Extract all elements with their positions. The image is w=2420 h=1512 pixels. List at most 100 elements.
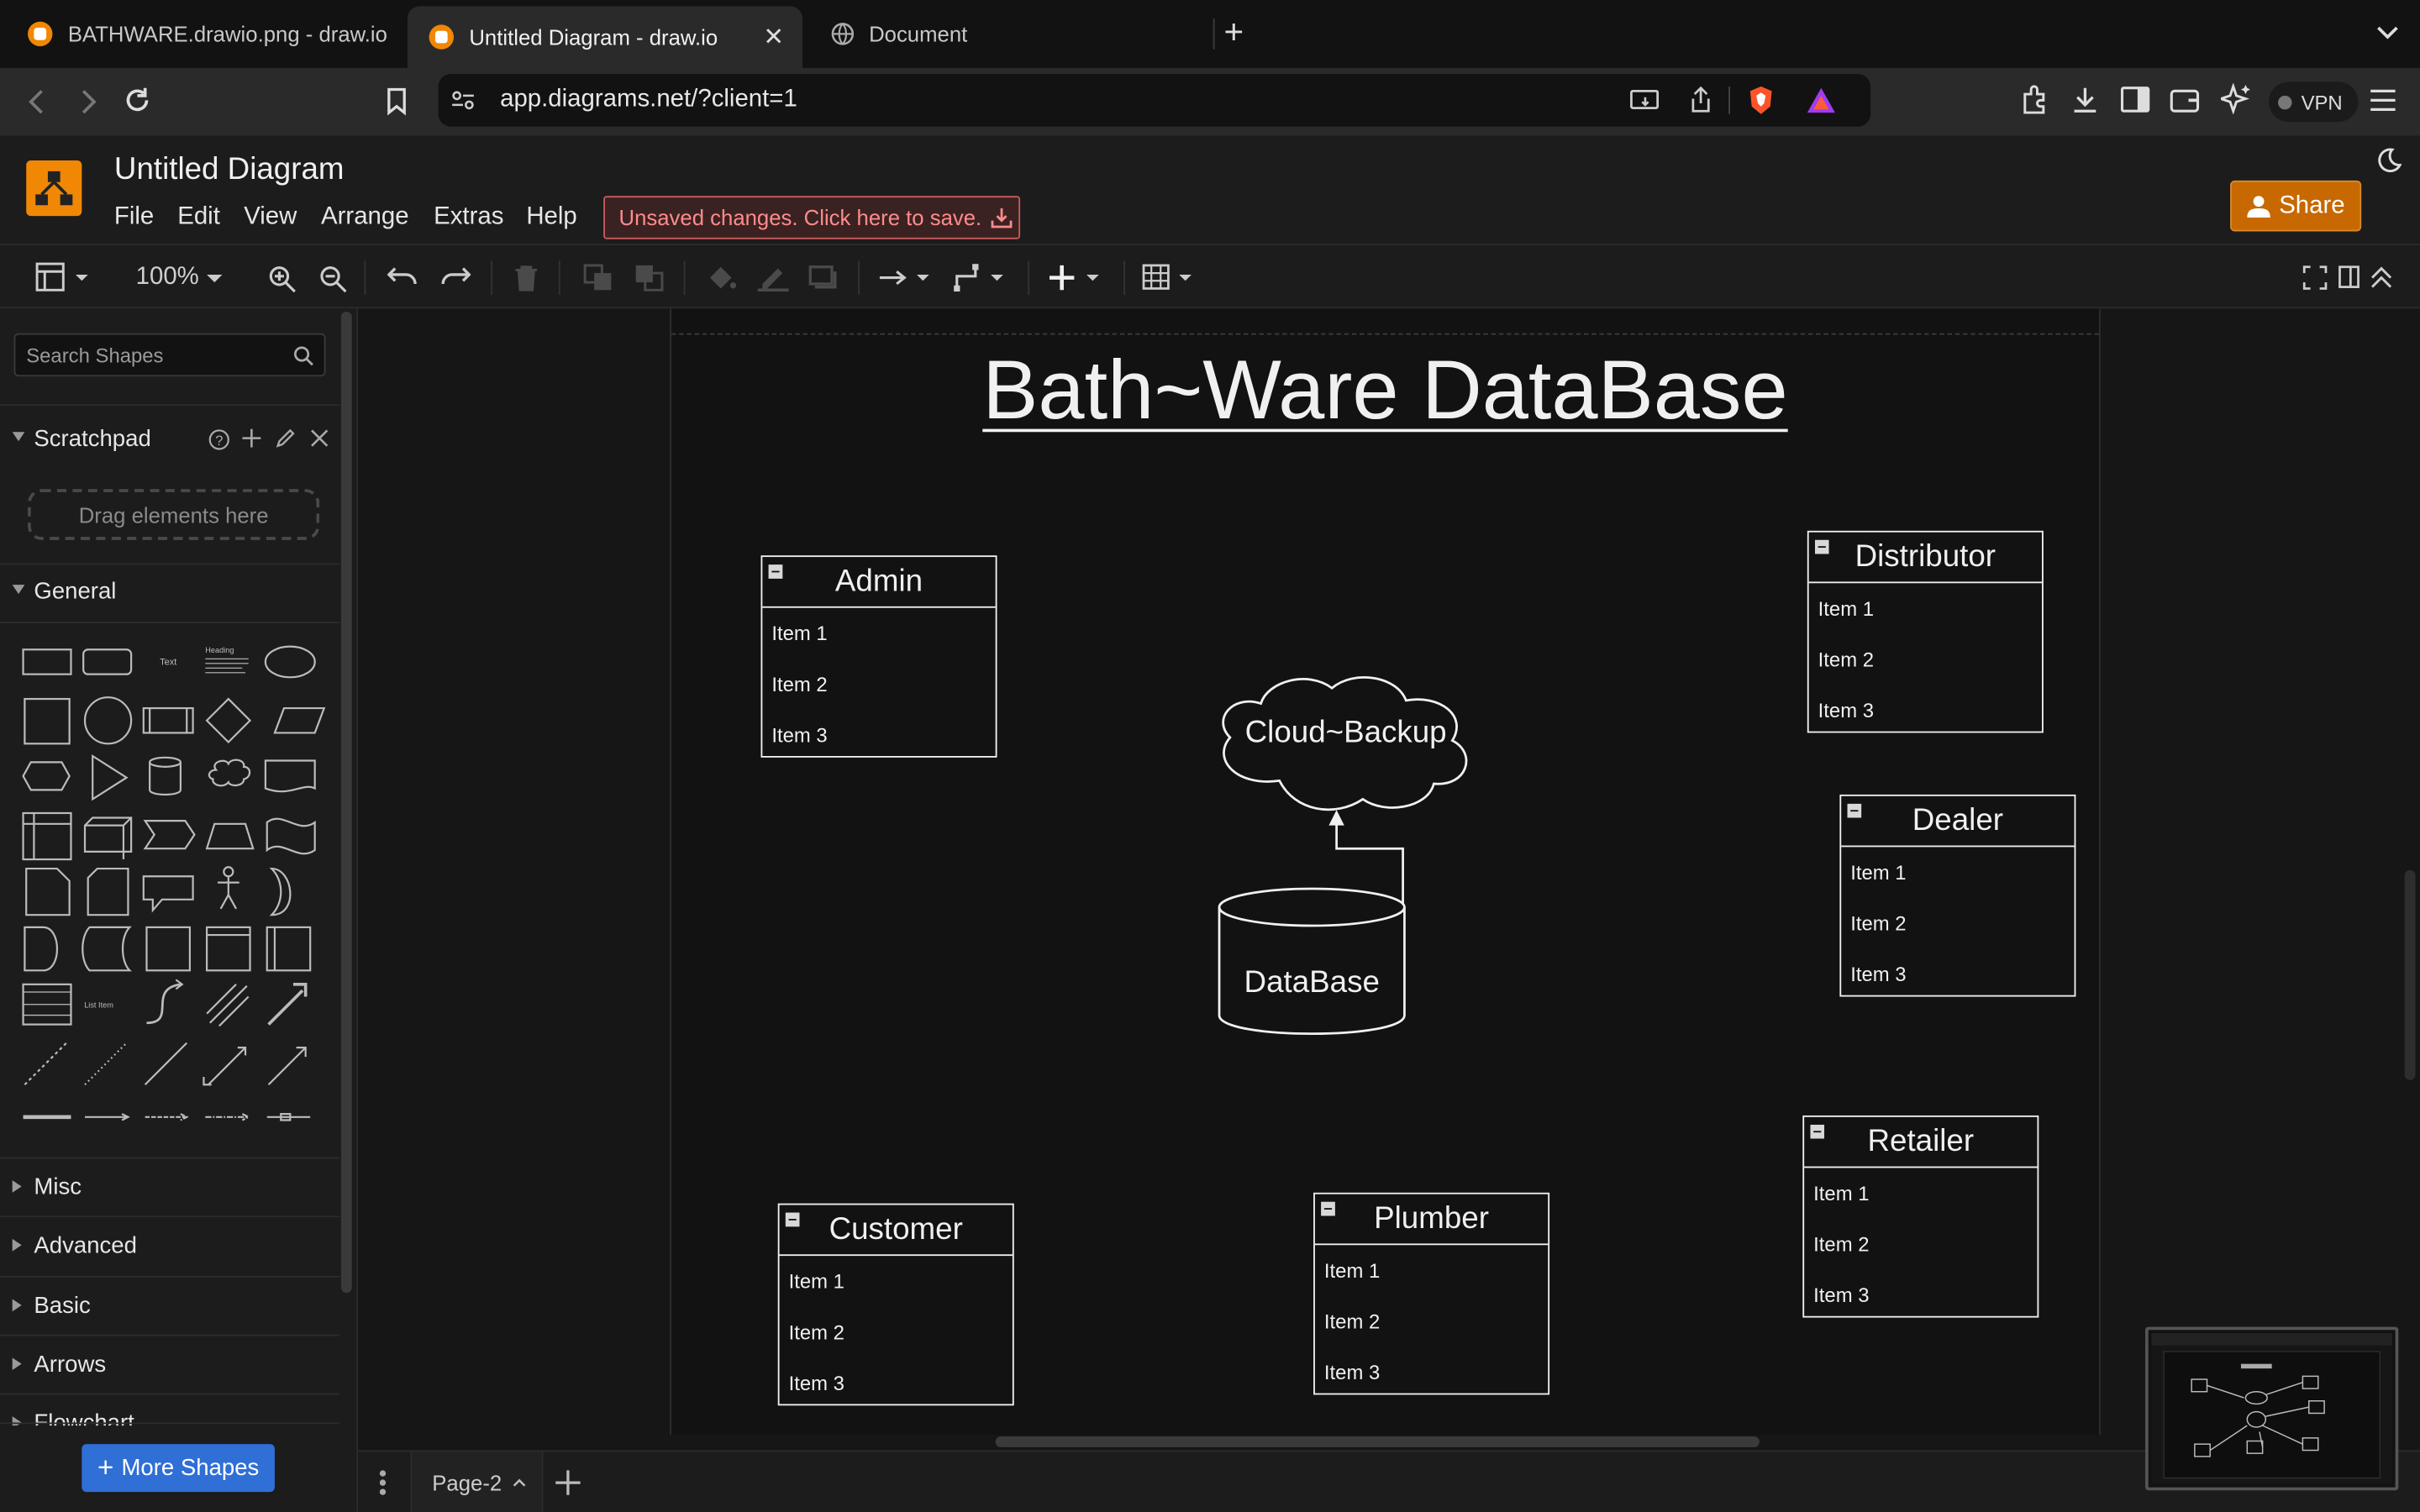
canvas-horizontal-scrollbar[interactable] (995, 1436, 1760, 1447)
menu-edit[interactable]: Edit (177, 203, 220, 231)
advanced-section-header[interactable]: Advanced (0, 1233, 339, 1259)
browser-menu-icon[interactable] (2369, 88, 2396, 113)
add-page-plus-icon[interactable] (554, 1469, 581, 1497)
menu-arrange[interactable]: Arrange (321, 203, 409, 231)
collapse-minus-icon[interactable] (1810, 1124, 1825, 1139)
collapse-minus-icon[interactable] (1847, 803, 1862, 818)
table-row[interactable]: Item 1 (1315, 1245, 1548, 1296)
more-shapes-button[interactable]: + More Shapes (82, 1444, 275, 1493)
zoom-dropdown-chevron-icon[interactable] (205, 273, 224, 286)
page-tab-chevron-up-icon[interactable] (513, 1478, 527, 1487)
bookmark-icon[interactable] (386, 87, 408, 116)
dark-mode-moon-icon[interactable] (2374, 146, 2402, 174)
to-back-icon[interactable] (634, 264, 666, 291)
table-row[interactable]: Item 2 (1315, 1296, 1548, 1347)
arrows-section-header[interactable]: Arrows (0, 1352, 339, 1378)
zoom-out-icon[interactable] (319, 265, 347, 293)
collapse-minus-icon[interactable] (1814, 539, 1829, 554)
downloads-icon[interactable] (2070, 85, 2101, 116)
retailer-table[interactable]: Retailer Item 1 Item 2 Item 3 (1802, 1115, 2039, 1321)
menu-extras[interactable]: Extras (434, 203, 503, 231)
menu-file[interactable]: File (114, 203, 154, 231)
connection-style-arrow-icon[interactable] (878, 269, 934, 287)
collapse-toolbar-chevron-icon[interactable] (2370, 265, 2392, 290)
back-arrow-icon[interactable] (26, 88, 48, 116)
browser-tab-untitled-diagram[interactable]: Untitled Diagram - draw.io ✕ (407, 6, 803, 68)
outline-minimap[interactable] (2145, 1326, 2399, 1491)
plumber-table[interactable]: Plumber Item 1 Item 2 Item 3 (1313, 1192, 1550, 1398)
scratchpad-drop-zone[interactable]: Drag elements here (28, 489, 320, 540)
insert-plus-icon[interactable] (1049, 264, 1105, 291)
customer-table[interactable]: Customer Item 1 Item 2 Item 3 (777, 1203, 1014, 1409)
page-tab-current[interactable]: Page-2 (410, 1452, 544, 1512)
sidebar-scrollbar[interactable] (340, 312, 352, 1294)
unsaved-changes-button[interactable]: Unsaved changes. Click here to save. (603, 196, 1021, 239)
table-row[interactable]: Item 2 (780, 1307, 1013, 1358)
collapse-minus-icon[interactable] (768, 564, 783, 579)
general-section-header[interactable]: General (0, 579, 339, 605)
undo-icon[interactable] (387, 267, 418, 289)
fullscreen-icon[interactable] (2302, 265, 2328, 290)
table-row[interactable]: Item 3 (780, 1357, 1013, 1409)
edit-pencil-icon[interactable] (275, 428, 297, 449)
reload-icon[interactable] (122, 85, 153, 116)
table-row[interactable]: Item 2 (1809, 634, 2042, 685)
distributor-table[interactable]: Distributor Item 1 Item 2 Item 3 (1807, 530, 2044, 733)
address-bar[interactable]: app.diagrams.net/?client=1 (438, 74, 1871, 127)
help-question-icon[interactable]: ? (208, 429, 230, 451)
shadow-icon[interactable] (808, 265, 839, 290)
diagram-canvas[interactable]: Bath~Ware DataBase Cloud~Backup DataBase… (358, 308, 2420, 1451)
line-color-icon[interactable] (756, 264, 790, 292)
menu-view[interactable]: View (244, 203, 297, 231)
table-row[interactable]: Item 3 (1809, 685, 2042, 737)
cast-install-icon[interactable] (1630, 88, 1661, 113)
vpn-button[interactable]: VPN (2268, 81, 2359, 123)
collapse-minus-icon[interactable] (1321, 1201, 1335, 1216)
add-plus-icon[interactable] (242, 428, 261, 448)
table-row[interactable]: Item 1 (762, 608, 995, 659)
new-tab-plus-icon[interactable]: + (1224, 14, 1244, 49)
table-row[interactable]: Item 2 (1804, 1219, 2037, 1270)
table-row[interactable]: Item 3 (1841, 949, 2074, 1000)
zoom-in-icon[interactable] (269, 265, 297, 293)
table-insert-icon[interactable] (1142, 264, 1197, 291)
share-page-icon[interactable] (1688, 86, 1712, 114)
fill-color-icon[interactable] (707, 264, 738, 291)
site-settings-icon[interactable] (450, 88, 475, 113)
diagram-title-text[interactable]: Bath~Ware DataBase (671, 343, 2099, 438)
table-row[interactable]: Item 1 (1804, 1168, 2037, 1219)
database-cylinder-shape[interactable] (1216, 885, 1407, 1037)
share-button[interactable]: Share (2230, 180, 2362, 232)
collapse-minus-icon[interactable] (785, 1212, 800, 1227)
table-row[interactable]: Item 1 (1841, 847, 2074, 898)
menu-help[interactable]: Help (526, 203, 576, 231)
brave-rewards-icon[interactable] (1806, 87, 1837, 114)
search-icon[interactable] (293, 345, 313, 366)
extensions-icon[interactable] (2018, 85, 2049, 116)
delete-trash-icon[interactable] (514, 264, 539, 291)
table-row[interactable]: Item 1 (780, 1256, 1013, 1307)
general-shape-palette[interactable]: Text Heading List Item (13, 629, 337, 1138)
misc-section-header[interactable]: Misc (0, 1174, 339, 1200)
dealer-table[interactable]: Dealer Item 1 Item 2 Item 3 (1839, 794, 2076, 1000)
forward-arrow-icon[interactable] (77, 88, 99, 116)
zoom-level[interactable]: 100% (136, 264, 199, 291)
close-scratchpad-icon[interactable] (310, 429, 329, 448)
close-tab-icon[interactable]: ✕ (763, 22, 784, 53)
table-row[interactable]: Item 2 (762, 659, 995, 710)
format-panel-layout-icon[interactable] (35, 262, 91, 293)
admin-table[interactable]: Admin Item 1 Item 2 Item 3 (760, 555, 997, 758)
diagram-file-title[interactable]: Untitled Diagram (114, 153, 345, 188)
wallet-icon[interactable] (2170, 87, 2201, 114)
redo-icon[interactable] (439, 267, 471, 289)
table-row[interactable]: Item 1 (1809, 583, 2042, 634)
leo-ai-icon[interactable] (2221, 83, 2252, 114)
canvas-vertical-scrollbar[interactable] (2404, 869, 2416, 1080)
waypoints-icon[interactable] (954, 264, 1009, 292)
browser-tab-document[interactable]: Document (830, 9, 1201, 59)
to-front-icon[interactable] (583, 264, 614, 291)
table-row[interactable]: Item 3 (1804, 1270, 2037, 1321)
table-row[interactable]: Item 3 (1315, 1347, 1548, 1398)
pages-menu-icon[interactable] (378, 1469, 387, 1497)
table-row[interactable]: Item 2 (1841, 898, 2074, 949)
